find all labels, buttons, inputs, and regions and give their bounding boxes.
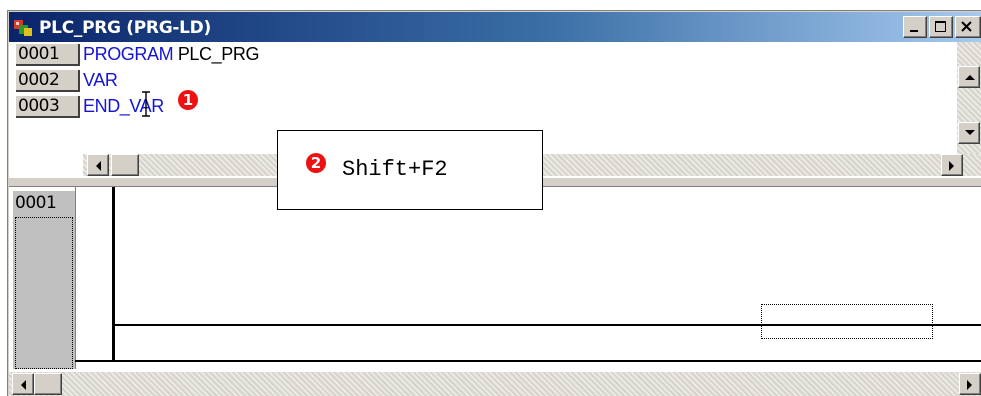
line-number: 0002	[16, 70, 80, 92]
text-cursor-icon	[142, 91, 150, 117]
insertion-placeholder[interactable]	[761, 304, 933, 339]
scroll-left-button[interactable]	[12, 373, 34, 395]
code-line[interactable]: VAR	[83, 69, 118, 91]
plc-program-icon	[14, 20, 32, 36]
title-bar[interactable]: PLC_PRG (PRG-LD)	[9, 12, 981, 42]
ladder-editor[interactable]: 0001	[9, 187, 981, 372]
annotation-marker-2: 2	[306, 153, 326, 173]
ladder-horizontal-scrollbar[interactable]	[9, 372, 981, 396]
window-title: PLC_PRG (PRG-LD)	[39, 18, 211, 38]
scroll-left-button[interactable]	[87, 154, 109, 176]
left-power-rail	[112, 187, 115, 360]
arrow-right-icon	[967, 380, 972, 390]
scroll-thumb[interactable]	[111, 154, 139, 176]
maximize-icon	[935, 21, 946, 32]
declaration-vertical-scrollbar[interactable]	[957, 42, 981, 154]
minimize-button[interactable]	[903, 16, 927, 38]
line-number: 0003	[16, 96, 80, 118]
arrow-up-icon	[965, 75, 975, 80]
maximize-button[interactable]	[929, 16, 953, 38]
network-bottom-line	[75, 360, 981, 362]
line-number: 0001	[16, 44, 80, 66]
scroll-right-button[interactable]	[941, 154, 963, 176]
close-button[interactable]	[955, 16, 981, 38]
code-keyword: PROGRAM	[83, 44, 174, 64]
network-number: 0001	[15, 193, 57, 213]
scroll-down-button[interactable]	[958, 122, 980, 144]
close-icon	[961, 21, 972, 32]
shortcut-callout: 2 Shift+F2	[277, 130, 543, 210]
arrow-down-icon	[965, 130, 975, 135]
network-selection[interactable]	[15, 217, 73, 369]
shortcut-text: Shift+F2	[342, 157, 448, 182]
code-line[interactable]: PROGRAM PLC_PRG	[83, 43, 259, 65]
arrow-right-icon	[949, 161, 954, 171]
minimize-icon	[910, 30, 918, 32]
network-number-column: 0001	[13, 191, 76, 369]
scroll-up-button[interactable]	[958, 66, 980, 88]
annotation-marker-1: 1	[178, 90, 198, 110]
arrow-left-icon	[96, 161, 101, 171]
arrow-left-icon	[21, 380, 26, 390]
scroll-right-button[interactable]	[959, 373, 981, 395]
network-divider	[75, 187, 76, 362]
code-identifier: PLC_PRG	[173, 44, 260, 64]
code-keyword: VAR	[83, 70, 118, 90]
scroll-thumb[interactable]	[34, 373, 62, 395]
